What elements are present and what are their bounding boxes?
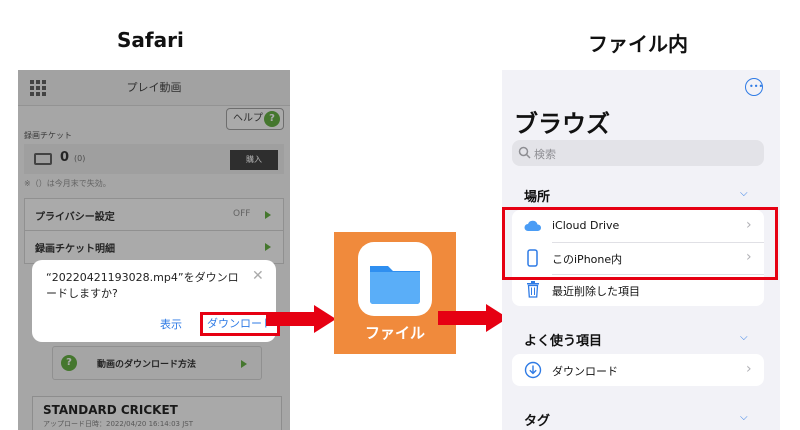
- files-app-label: ファイル: [364, 324, 425, 342]
- more-options-icon[interactable]: •••: [745, 78, 763, 96]
- section-header-favorites[interactable]: よく使う項目: [524, 330, 602, 349]
- download-icon: [524, 361, 542, 379]
- download-dialog: “20220421193028.mp4”をダウンロードしますか? ✕ 表示 ダウ…: [32, 260, 280, 342]
- section-header-tags[interactable]: タグ: [524, 410, 550, 429]
- list-item-downloads[interactable]: ダウンロード ›: [512, 354, 764, 386]
- list-item-label: ダウンロード: [552, 365, 618, 378]
- trash-icon: [527, 281, 539, 298]
- chevron-down-icon[interactable]: ⌵: [740, 332, 748, 343]
- dim-overlay: [18, 70, 290, 430]
- search-input[interactable]: 検索: [512, 140, 764, 166]
- safari-screen: プレイ動画 ヘルプ ? 録画チケット 0 (0) 購入 ※（）は今月末で失効。 …: [18, 70, 290, 430]
- arrow-shaft: [266, 312, 316, 326]
- chevron-right-icon: ›: [746, 361, 752, 377]
- chevron-down-icon[interactable]: ⌵: [740, 188, 748, 199]
- dialog-message: “20220421193028.mp4”をダウンロードしますか?: [46, 271, 239, 300]
- arrow-shaft: [438, 311, 488, 325]
- show-button[interactable]: 表示: [160, 316, 182, 332]
- arrow-right-icon: [314, 305, 336, 333]
- browse-title: ブラウズ: [514, 110, 610, 138]
- files-app-icon: [358, 242, 432, 316]
- section-header-locations[interactable]: 場所: [524, 186, 550, 205]
- files-heading: ファイル内: [588, 32, 688, 56]
- favorites-list: ダウンロード ›: [512, 354, 764, 386]
- files-app-tile: ファイル: [334, 232, 456, 354]
- highlight-box: [502, 207, 778, 280]
- safari-heading: Safari: [117, 28, 184, 52]
- chevron-down-icon[interactable]: ⌵: [740, 412, 748, 423]
- search-placeholder: 検索: [534, 148, 556, 161]
- close-icon[interactable]: ✕: [252, 268, 264, 284]
- list-item-label: 最近削除した項目: [552, 285, 640, 298]
- search-icon: [518, 146, 531, 159]
